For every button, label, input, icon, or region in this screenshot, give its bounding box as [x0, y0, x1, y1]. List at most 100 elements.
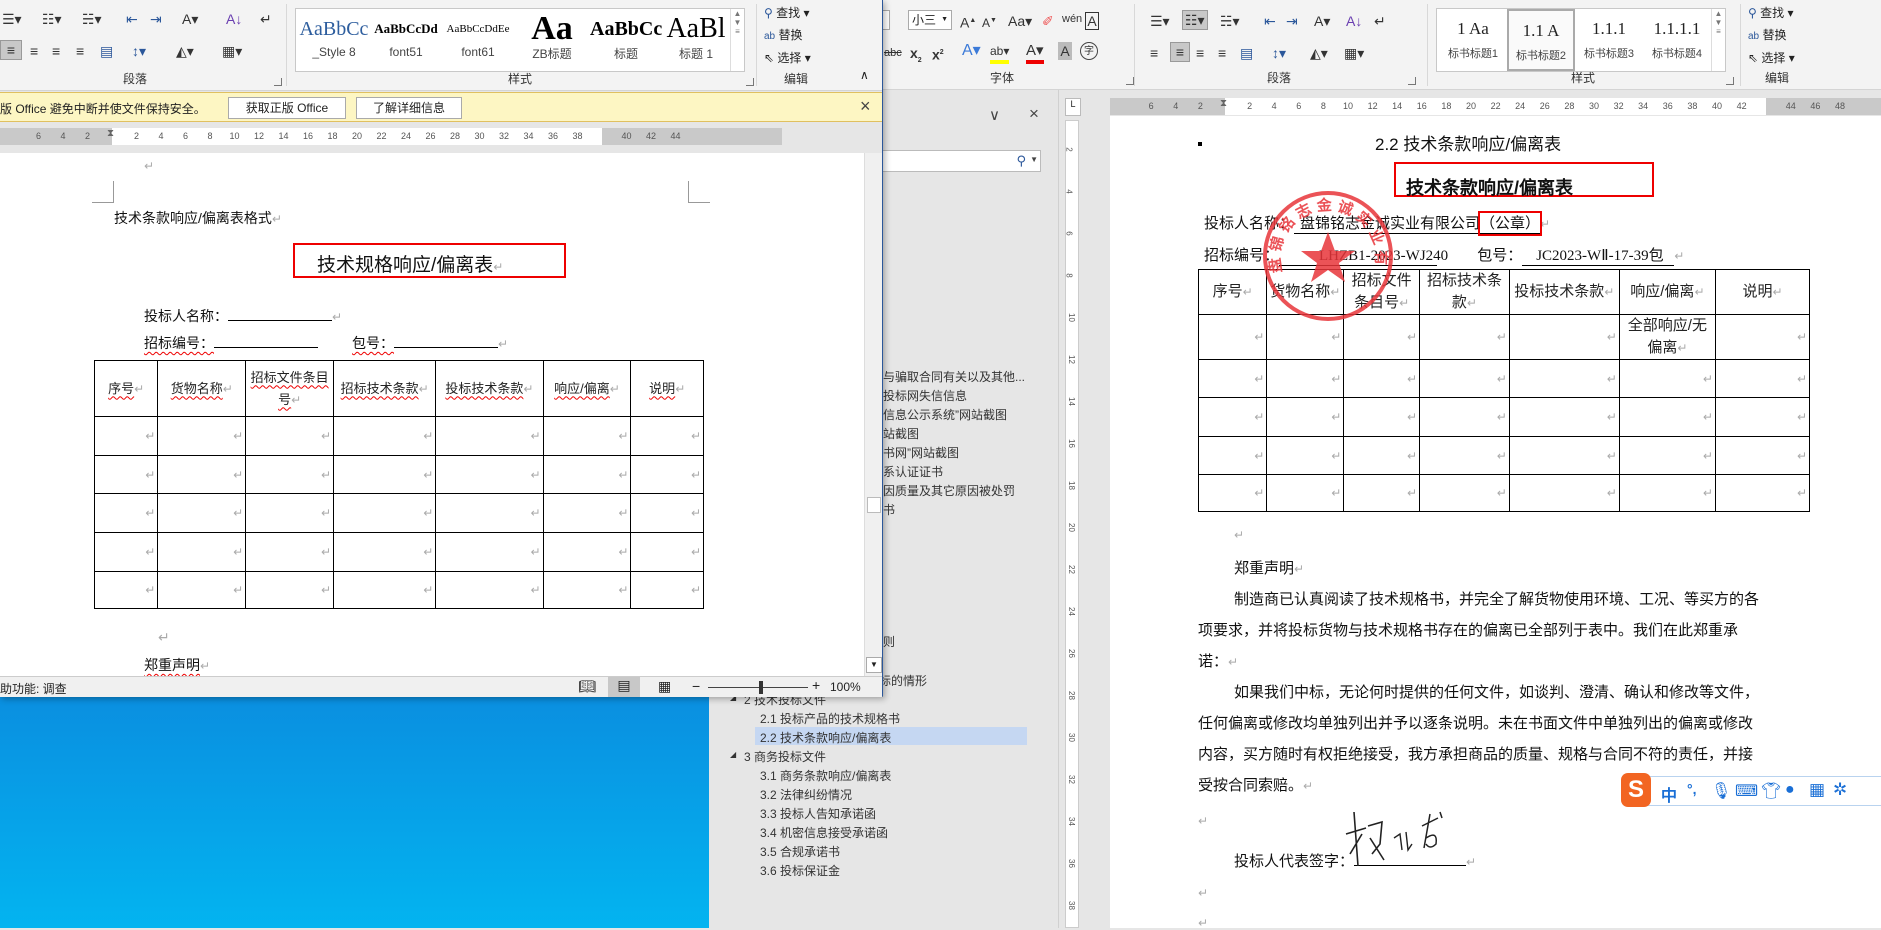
increase-indent-icon[interactable]: ⇥	[150, 10, 162, 28]
table-cell[interactable]: ↵	[1197, 397, 1268, 437]
read-mode-icon[interactable]: 📖︎	[578, 678, 596, 695]
find-button[interactable]: ⚲ 查找 ▾	[1748, 4, 1794, 21]
decrease-indent-icon[interactable]: ⇤	[126, 10, 138, 28]
table-cell[interactable]: ↵	[1343, 474, 1421, 512]
table-cell[interactable]: ↵	[333, 455, 437, 494]
search-icon[interactable]: ⚲	[1016, 153, 1026, 169]
font-dialog-launcher[interactable]	[1126, 77, 1134, 85]
strikethrough-icon[interactable]: abc	[884, 44, 902, 62]
table-cell[interactable]: ↵	[93, 455, 159, 494]
style-item[interactable]: AaBbCcDdEe font61	[442, 9, 514, 71]
grow-font-icon[interactable]: A▲	[960, 12, 976, 32]
table-cell[interactable]: ↵	[157, 455, 247, 494]
nav-item[interactable]: 站截图	[883, 425, 919, 442]
subscript-icon[interactable]: x2	[910, 44, 922, 70]
table-cell[interactable]: ↵	[1618, 436, 1716, 475]
find-button[interactable]: ⚲ 查找 ▾	[764, 4, 810, 21]
chevron-down-icon[interactable]: ▼	[1030, 155, 1038, 164]
table-cell[interactable]: ↵	[245, 532, 335, 572]
style-item[interactable]: AaBbCc 标题	[590, 9, 662, 71]
table-cell[interactable]: ↵	[435, 571, 544, 609]
nav-item[interactable]: 3.4 机密信息接受承诺函	[760, 824, 888, 841]
show-marks-icon[interactable]: ↵	[260, 10, 272, 28]
table-cell[interactable]: ↵	[333, 416, 437, 456]
enclose-character-icon[interactable]: 字	[1080, 42, 1098, 60]
table-cell[interactable]: ↵	[630, 455, 704, 494]
nav-item[interactable]: 2.1 投标产品的技术规格书	[760, 710, 900, 727]
align-center-icon[interactable]: ≡	[1170, 42, 1190, 62]
table-cell[interactable]: ↵	[435, 493, 544, 533]
left-document-page[interactable]: ↵ 技术条款响应/偏离表格式↵ 技术规格响应/偏离表↵ 投标人名称： ↵ 招标编号…	[0, 153, 864, 676]
table-cell[interactable]: ↵	[1266, 397, 1345, 437]
align-left-icon[interactable]: ≡	[1150, 44, 1158, 62]
table-cell[interactable]: ↵	[245, 416, 335, 456]
table-cell[interactable]: ↵	[1618, 474, 1716, 512]
table-cell[interactable]: ↵	[630, 493, 704, 533]
style-item[interactable]: 1 Aa 标书标题1	[1439, 9, 1507, 71]
clear-format-icon[interactable]: ✐	[1042, 12, 1054, 30]
table-cell[interactable]: ↵	[630, 532, 704, 572]
table-cell[interactable]: ↵	[1508, 314, 1620, 360]
learn-more-button[interactable]: 了解详细信息	[356, 97, 462, 119]
select-button[interactable]: ⇖ 选择 ▾	[1748, 49, 1795, 66]
style-item[interactable]: 1.1.1 标书标题3	[1575, 9, 1643, 71]
table-cell[interactable]: ↵	[435, 532, 544, 572]
align-right-icon[interactable]: ≡	[52, 42, 60, 60]
table-cell[interactable]: ↵	[1508, 436, 1620, 475]
nav-item[interactable]: 投标网失信信息	[883, 387, 967, 404]
table-cell[interactable]: ↵	[1714, 397, 1811, 437]
font-size-dropdown-left[interactable]	[882, 10, 890, 30]
styles-dialog-launcher[interactable]	[1726, 77, 1734, 85]
paragraph-dialog-launcher[interactable]	[274, 78, 282, 86]
table-cell[interactable]: ↵	[1419, 314, 1510, 360]
table-cell[interactable]: ↵	[542, 455, 632, 494]
style-item[interactable]: 1.1 A 标书标题2	[1507, 9, 1575, 71]
style-item[interactable]: Aa ZB标题	[514, 9, 590, 71]
gallery-scroll[interactable]: ▲ ▼ ≡	[1711, 9, 1725, 71]
justify-icon[interactable]: ≡	[1218, 44, 1226, 62]
zoom-in-button[interactable]: +	[812, 677, 820, 693]
table-cell[interactable]: ↵	[93, 493, 159, 533]
line-spacing-icon[interactable]: ↕▾	[132, 42, 146, 60]
bullets-icon[interactable]: ☰▾	[1150, 12, 1170, 30]
select-button[interactable]: ⇖ 选择 ▾	[764, 49, 811, 66]
table-cell[interactable]: ↵	[630, 571, 704, 609]
multilevel-list-icon[interactable]: ☵▾	[1220, 12, 1240, 30]
table-cell[interactable]: ↵	[93, 532, 159, 572]
align-right-icon[interactable]: ≡	[1196, 44, 1204, 62]
distributed-icon[interactable]: ▤	[100, 42, 113, 60]
nav-item[interactable]: 则	[883, 633, 895, 650]
right-document-page[interactable]: 2.2 技术条款响应/偏离表 技术条款响应/偏离表 投标人名称： 盘锦铭志金诚实业…	[1110, 116, 1881, 930]
zoom-out-button[interactable]: −	[692, 678, 700, 694]
table-cell[interactable]: ↵	[1343, 397, 1421, 437]
table-cell[interactable]: ↵	[1419, 436, 1510, 475]
table-cell[interactable]: ↵	[630, 416, 704, 456]
print-layout-icon[interactable]: ▤	[608, 677, 640, 697]
replace-button[interactable]: ab 替换	[1748, 26, 1786, 43]
nav-item[interactable]: 书网”网站截图	[883, 444, 959, 461]
sort-icon[interactable]: A↓	[1346, 12, 1362, 30]
table-cell[interactable]: ↵	[333, 571, 437, 609]
table-cell[interactable]: ↵	[1197, 359, 1268, 398]
nav-item[interactable]: 3.3 投标人告知承诺函	[760, 805, 876, 822]
ruler-corner-tab[interactable]: L	[1065, 98, 1081, 116]
table-cell[interactable]: ↵	[1508, 397, 1620, 437]
table-cell[interactable]: ↵	[1618, 397, 1716, 437]
replace-button[interactable]: ab 替换	[764, 26, 802, 43]
vertical-scrollbar[interactable]: ▼	[864, 153, 882, 676]
nav-item[interactable]: 与骗取合同有关以及其他...	[883, 368, 1025, 385]
table-cell[interactable]: ↵	[435, 416, 544, 456]
highlight-color-icon[interactable]: ab▾	[990, 42, 1010, 64]
table-cell[interactable]: ↵	[245, 493, 335, 533]
punctuation-icon[interactable]: °,	[1687, 781, 1697, 797]
nav-item[interactable]: 3.2 法律纠纷情况	[760, 786, 852, 803]
multilevel-list-icon[interactable]: ☵▾	[82, 10, 102, 28]
increase-indent-icon[interactable]: ⇥	[1286, 12, 1298, 30]
zoom-slider[interactable]	[708, 681, 808, 694]
table-cell[interactable]: ↵	[245, 455, 335, 494]
table-cell[interactable]: ↵	[157, 571, 247, 609]
sort-icon[interactable]: A↓	[226, 10, 242, 28]
close-pane-icon[interactable]: ×	[1029, 104, 1039, 124]
styles-dialog-launcher[interactable]	[746, 78, 754, 86]
get-genuine-office-button[interactable]: 获取正版 Office	[228, 97, 346, 119]
